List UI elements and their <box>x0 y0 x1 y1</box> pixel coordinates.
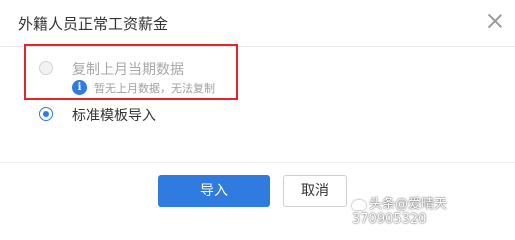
hint-text: 暂无上月数据，无法复制 <box>94 82 215 95</box>
dialog-header: 外籍人员正常工资薪金 <box>0 0 515 47</box>
option-label-copy-last-month: 复制上月当期数据 <box>72 62 184 78</box>
footer-divider <box>0 162 515 163</box>
info-icon: i <box>72 80 87 95</box>
import-button[interactable]: 导入 <box>158 175 270 207</box>
watermark: 头条@爱晴天370905320 <box>352 193 515 227</box>
watermark-text: 头条@爱晴天370905320 <box>352 197 448 227</box>
option-label-standard-template-import[interactable]: 标准模板导入 <box>72 105 156 125</box>
radio-copy-last-month <box>39 61 53 75</box>
cancel-button[interactable]: 取消 <box>283 175 347 207</box>
radio-standard-template-import[interactable] <box>39 107 53 121</box>
close-icon[interactable] <box>486 12 504 30</box>
dialog: 外籍人员正常工资薪金 复制上月当期数据 i 暂无上月数据，无法复制 标准模板导入… <box>0 0 515 227</box>
toutiao-logo-icon <box>352 199 366 210</box>
dialog-title: 外籍人员正常工资薪金 <box>18 15 169 33</box>
